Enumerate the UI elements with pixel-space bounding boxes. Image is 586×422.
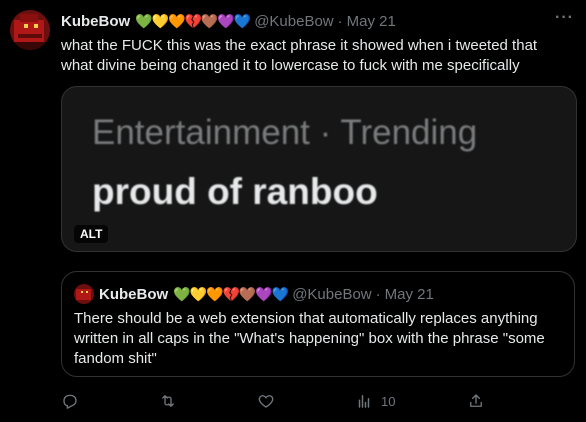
quote-display-name: KubeBow (99, 285, 169, 303)
quote-tweet[interactable]: KubeBow 💚💛🧡💔🤎💜💙 @KubeBow · May 21 There … (61, 271, 575, 377)
views-count: 10 (381, 393, 396, 409)
quote-separator: · (375, 285, 381, 303)
timestamp[interactable]: May 21 (347, 13, 396, 30)
retweet-icon (162, 395, 174, 407)
reply-button[interactable] (61, 392, 79, 410)
retweet-button[interactable] (159, 392, 177, 410)
handle[interactable]: @KubeBow (254, 13, 333, 30)
quote-avatar (74, 284, 94, 304)
share-icon (470, 394, 482, 407)
tweet-text: what the FUCK this was the exact phrase … (61, 37, 538, 74)
tweet-header: KubeBow 💚💛🧡💔🤎💜💙 @KubeBow · May 21 (61, 11, 576, 31)
name-emoji: 💚💛🧡💔🤎💜💙 (135, 12, 251, 29)
alt-badge[interactable]: ALT (74, 225, 109, 243)
views-button[interactable]: 10 (355, 392, 395, 410)
media-line-2: proud of ranboo (92, 171, 378, 212)
quote-header: KubeBow 💚💛🧡💔🤎💜💙 @KubeBow · May 21 (74, 284, 434, 304)
like-button[interactable] (257, 392, 275, 410)
media-image[interactable]: Entertainment · Trending proud of ranboo… (61, 86, 577, 252)
separator: · (337, 12, 343, 30)
share-button[interactable] (467, 392, 485, 410)
analytics-icon (358, 395, 370, 408)
avatar[interactable] (10, 10, 50, 50)
reply-icon (63, 394, 77, 409)
display-name[interactable]: KubeBow (61, 13, 130, 30)
more-icon[interactable]: ··· (555, 9, 574, 27)
action-bar: 10 (61, 392, 571, 414)
quote-name-emoji: 💚💛🧡💔🤎💜💙 (173, 285, 289, 302)
quote-timestamp: May 21 (384, 285, 434, 303)
media-line-1: Entertainment · Trending (92, 113, 478, 152)
quote-handle: @KubeBow (292, 285, 372, 303)
heart-icon (258, 395, 274, 408)
quote-text: There should be a web extension that aut… (74, 310, 545, 367)
